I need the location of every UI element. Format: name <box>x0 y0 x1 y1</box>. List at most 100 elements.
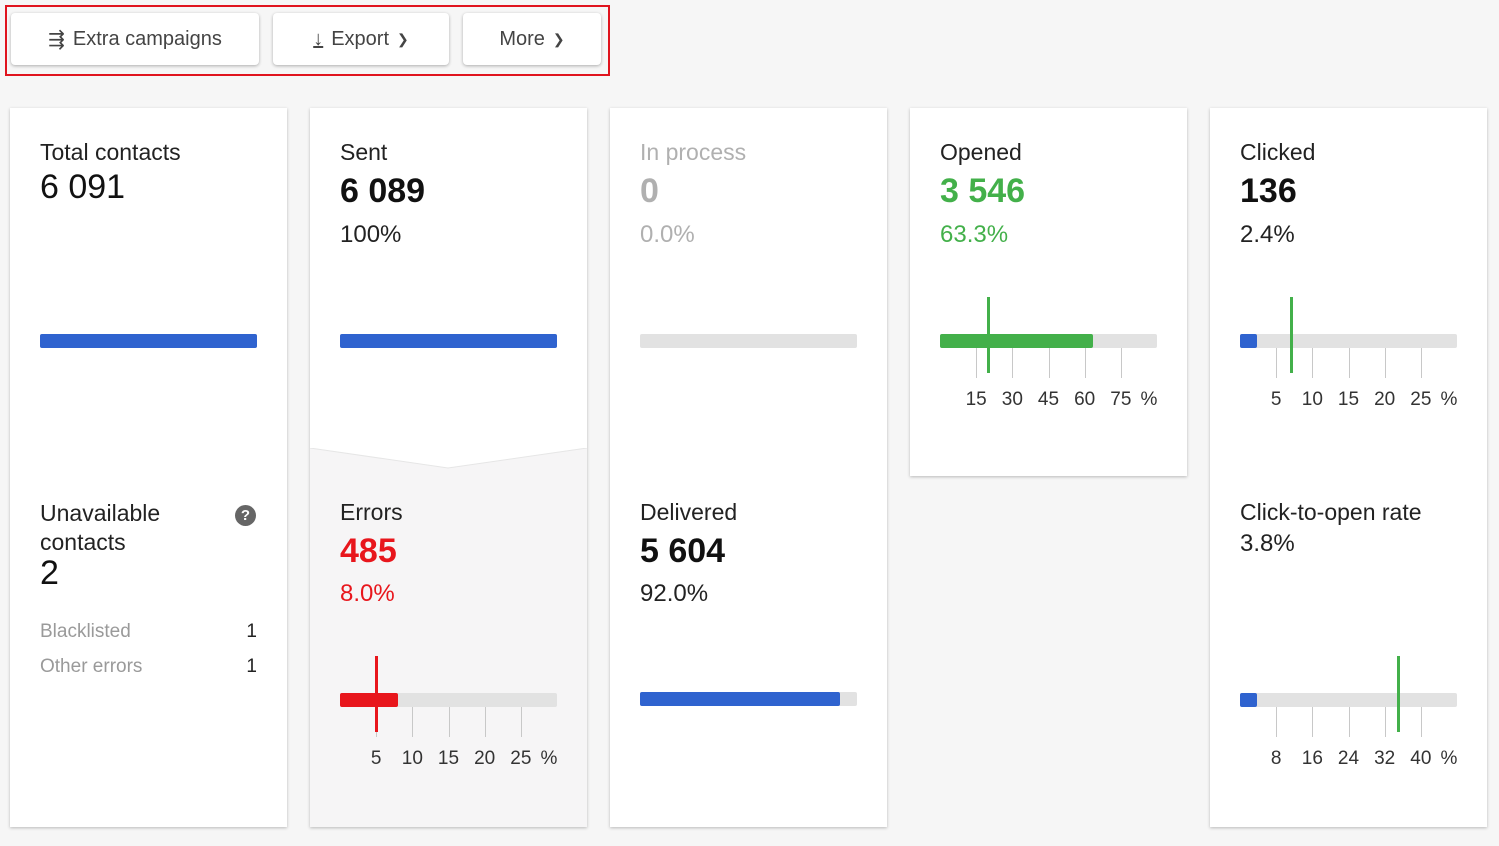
ctor-tick-label: 40 <box>1410 748 1432 769</box>
clicked-gauge: 5 10 15 20 25% <box>1240 297 1457 410</box>
clicked-tick <box>1420 348 1422 378</box>
errors-tick-label: 5 <box>370 748 382 769</box>
ctor-gauge: 8 16 24 32 40% <box>1240 656 1457 769</box>
errors-tick-label: 20 <box>474 748 496 769</box>
clicked-label: Clicked <box>1240 139 1316 165</box>
errors-tick-label: 25 <box>510 748 532 769</box>
ctor-unit-label: % <box>1440 748 1458 769</box>
sent-label: Sent <box>340 139 388 165</box>
clicked-tick-label: 25 <box>1410 389 1432 410</box>
ctor-tick-label: 24 <box>1337 748 1360 769</box>
opened-tick <box>976 348 978 378</box>
clicked-tick-label: 15 <box>1337 389 1360 410</box>
opened-tick <box>1012 348 1014 378</box>
opened-tick <box>1120 348 1122 378</box>
delivered-progress-bar <box>640 692 857 706</box>
clicked-benchmark-marker <box>1289 297 1293 373</box>
clicked-tick <box>1384 348 1386 378</box>
ctor-fill <box>1240 693 1258 707</box>
errors-track <box>340 693 557 707</box>
errors-percent: 8.0% <box>340 580 395 607</box>
ctor-track <box>1240 693 1457 707</box>
clicked-tick <box>1312 348 1314 378</box>
in-process-percent: 0.0% <box>640 221 695 248</box>
opened-label: Opened <box>940 139 1022 165</box>
opened-unit-label: % <box>1140 389 1158 410</box>
total-contacts-value: 6 091 <box>40 168 126 206</box>
errors-benchmark-marker <box>375 656 379 732</box>
ctor-tick-label: 16 <box>1301 748 1323 769</box>
opened-track <box>940 334 1157 348</box>
download-icon: ↓ <box>313 27 324 50</box>
sent-progress-bar <box>340 334 557 348</box>
in-process-progress-bar <box>640 334 857 348</box>
ctor-percent: 3.8% <box>1240 530 1295 557</box>
opened-tick-label: 30 <box>1001 389 1023 410</box>
errors-tick-label: 15 <box>437 748 460 769</box>
unavailable-contacts-value: 2 <box>40 554 59 592</box>
errors-unit-label: % <box>540 748 558 769</box>
ctor-tick-label: 32 <box>1374 748 1396 769</box>
clicked-value: 136 <box>1240 172 1297 210</box>
opened-tick-label: 75 <box>1110 389 1132 410</box>
clicked-percent: 2.4% <box>1240 221 1295 248</box>
errors-gauge: 5 10 15 20 25% <box>340 656 557 769</box>
clicked-track <box>1240 334 1457 348</box>
extra-campaigns-button[interactable]: ⇶ Extra campaigns <box>11 13 259 65</box>
errors-tick <box>412 707 414 737</box>
errors-tick-label: 10 <box>401 748 423 769</box>
opened-percent: 63.3% <box>940 221 1009 248</box>
opened-card: Opened 3 546 63.3% 15 30 45 60 75% <box>910 108 1187 476</box>
unavailable-contacts-label: Unavailable contacts <box>40 500 161 555</box>
ctor-tick <box>1276 707 1278 737</box>
in-process-value: 0 <box>640 172 659 210</box>
clicked-tick-label: 10 <box>1301 389 1323 410</box>
opened-fill <box>940 334 1093 348</box>
errors-label: Errors <box>340 499 403 525</box>
opened-tick-label: 45 <box>1037 389 1060 410</box>
ctor-label: Click-to-open rate <box>1240 499 1422 525</box>
opened-tick-label: 15 <box>965 389 987 410</box>
delivered-label: Delivered <box>640 499 738 525</box>
sent-value: 6 089 <box>340 172 426 210</box>
blacklisted-row: Blacklisted 1 <box>40 621 257 642</box>
errors-tick <box>448 707 450 737</box>
ctor-tick <box>1420 707 1422 737</box>
ctor-tick-label: 8 <box>1270 748 1282 769</box>
in-process-card: In process 0 0.0% Delivered 5 604 92.0% <box>610 108 887 827</box>
opened-benchmark-marker <box>987 297 991 373</box>
clicked-tick <box>1276 348 1278 378</box>
ctor-tick <box>1312 707 1314 737</box>
in-process-label: In process <box>640 139 747 165</box>
opened-tick <box>1084 348 1086 378</box>
campaign-toolbar: ⇶ Extra campaigns ↓ Export ❯ More ❯ <box>5 5 610 76</box>
errors-tick <box>484 707 486 737</box>
clicked-tick-label: 5 <box>1270 389 1282 410</box>
ctor-tick <box>1384 707 1386 737</box>
total-contacts-label: Total contacts <box>40 139 181 165</box>
delivered-percent: 92.0% <box>640 580 709 607</box>
errors-fill <box>340 693 398 707</box>
opened-gauge: 15 30 45 60 75% <box>940 297 1157 410</box>
clicked-fill <box>1240 334 1258 348</box>
opened-value: 3 546 <box>940 172 1026 210</box>
sent-percent: 100% <box>340 221 402 248</box>
clicked-tick-label: 20 <box>1374 389 1396 410</box>
campaign-arrows-icon: ⇶ <box>48 28 65 51</box>
more-button[interactable]: More ❯ <box>463 13 601 65</box>
question-circle-icon[interactable]: ? <box>235 505 256 526</box>
total-progress-bar <box>40 334 257 348</box>
chevron-down-icon: ❯ <box>552 30 565 47</box>
sent-card: Sent 6 089 100% Errors 485 8.0% 5 10 15 20 2… <box>310 108 587 827</box>
opened-tick-label: 60 <box>1074 389 1096 410</box>
chevron-down-icon: ❯ <box>397 30 409 47</box>
errors-tick <box>520 707 522 737</box>
total-contacts-card: Total contacts 6 091 Unavailable contact… <box>10 108 287 827</box>
ctor-benchmark-marker <box>1397 656 1401 732</box>
other-errors-row: Other errors 1 <box>40 656 257 677</box>
clicked-card: Clicked 136 2.4% 5 10 15 20 25% Click-to-ope… <box>1210 108 1487 827</box>
ctor-tick <box>1348 707 1350 737</box>
export-button[interactable]: ↓ Export ❯ <box>273 13 449 65</box>
delivered-value: 5 604 <box>640 532 726 570</box>
errors-value: 485 <box>340 532 397 570</box>
